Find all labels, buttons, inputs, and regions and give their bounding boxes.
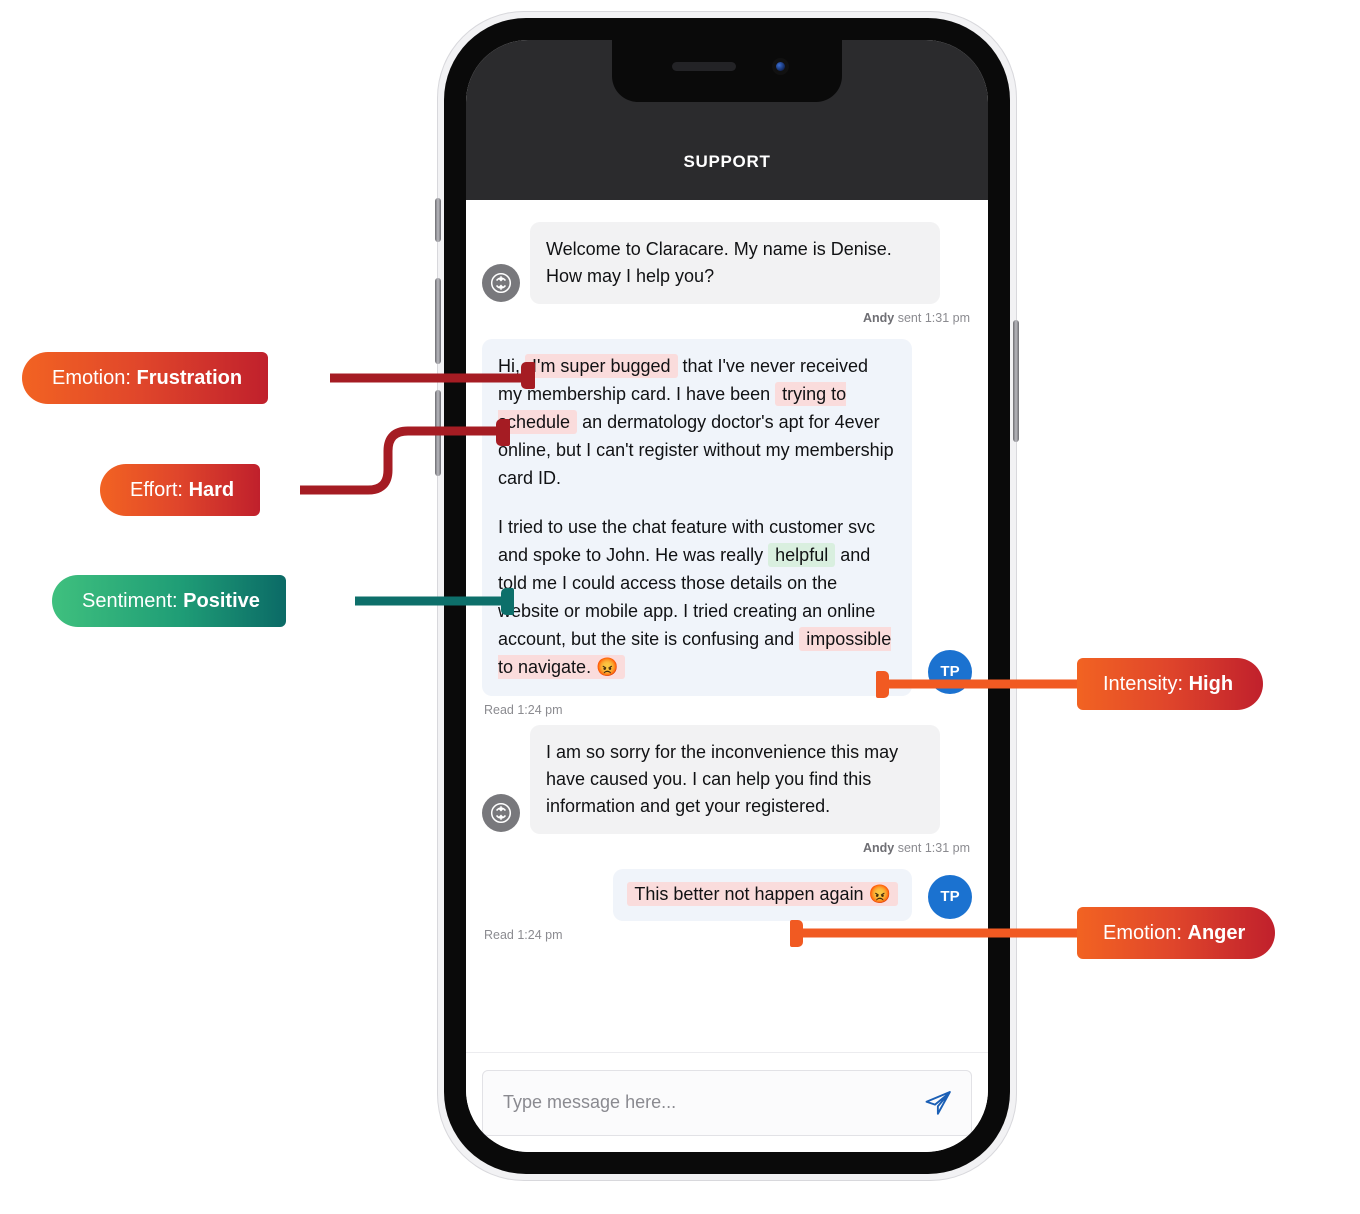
meta-status: sent 1:31 pm (897, 311, 970, 325)
message-composer (466, 1052, 988, 1152)
message-meta-agent-1: Andy sent 1:31 pm (484, 311, 970, 325)
sync-arrows-icon (490, 272, 512, 294)
message-bubble-agent: Welcome to Claracare. My name is Denise.… (530, 222, 940, 304)
annotation-label: Sentiment: (82, 589, 178, 612)
meta-sender-name: Andy (863, 840, 895, 855)
annotation-label: Emotion: (1103, 921, 1182, 944)
message-input[interactable] (501, 1091, 923, 1114)
message-bubble-agent-apology: I am so sorry for the inconvenience this… (530, 724, 940, 834)
message-meta-user-1: Read 1:24 pm (484, 702, 563, 717)
annotation-badge-emotion-anger[interactable]: Emotion: Anger (1077, 907, 1276, 959)
annotation-badge-sentiment-positive[interactable]: Sentiment: Positive (52, 575, 286, 627)
screenshot-root: SUPPORT Welcome to Claracare. My name is… (0, 0, 1360, 1214)
chat-row-agent-welcome: Welcome to Claracare. My name is Denise.… (482, 222, 972, 304)
annotation-value: Hard (188, 478, 235, 501)
highlight-emotion-anger: This better not happen again 😡 (627, 881, 898, 906)
speaker-slot-icon (672, 62, 736, 71)
annotation-label: Emotion: (52, 366, 131, 389)
paper-plane-icon[interactable] (923, 1088, 953, 1118)
annotation-badge-effort-hard[interactable]: Effort: Hard (100, 464, 261, 516)
power-button[interactable] (1013, 320, 1019, 442)
message-meta-agent-2: Andy sent 1:31 pm (484, 841, 970, 855)
complaint-paragraph-2: I tried to use the chat feature with cus… (498, 514, 896, 681)
chat-row-user-complaint: Hi, I'm super bugged that I've never rec… (482, 339, 972, 696)
annotation-value: High (1188, 672, 1234, 695)
volume-down-button[interactable] (435, 390, 441, 476)
annotation-label: Intensity: (1103, 672, 1184, 695)
annotation-badge-intensity-high[interactable]: Intensity: High (1077, 658, 1264, 710)
anchor-tab-effort (496, 419, 510, 446)
front-camera-icon (772, 58, 789, 75)
agent-avatar-2 (482, 793, 520, 832)
highlight-emotion-frustration: I'm super bugged (525, 354, 678, 378)
annotation-value: Positive (183, 589, 260, 612)
composer-input-wrapper[interactable] (482, 1069, 972, 1136)
annotation-label: Effort: (130, 478, 183, 501)
anchor-tab-intensity (876, 671, 889, 698)
chat-row-user-warning: This better not happen again 😡 TP (482, 868, 972, 921)
phone-screen: SUPPORT Welcome to Claracare. My name is… (466, 40, 988, 1152)
agent-avatar (482, 264, 520, 302)
meta-status: sent 1:31 pm (897, 840, 970, 855)
annotation-value: Anger (1187, 921, 1246, 944)
anchor-tab-sentiment (501, 588, 514, 615)
page-title: SUPPORT (683, 152, 771, 171)
anchor-tab-frustration (521, 362, 535, 389)
mute-switch-button[interactable] (435, 198, 441, 242)
sync-arrows-icon (490, 802, 512, 823)
anchor-tab-anger (790, 920, 803, 947)
chat-message-list[interactable]: Welcome to Claracare. My name is Denise.… (466, 200, 988, 1052)
user-avatar-2: TP (928, 874, 972, 919)
phone-notch (612, 40, 842, 102)
user-avatar: TP (928, 649, 972, 694)
volume-up-button[interactable] (435, 278, 441, 364)
annotation-badge-emotion-frustration[interactable]: Emotion: Frustration (22, 352, 269, 404)
complaint-paragraph-1: Hi, I'm super bugged that I've never rec… (498, 353, 896, 492)
annotation-value: Frustration (136, 366, 243, 389)
message-bubble-user-complaint: Hi, I'm super bugged that I've never rec… (482, 339, 912, 696)
chat-row-agent-apology: I am so sorry for the inconvenience this… (482, 724, 972, 834)
highlight-sentiment-positive: helpful (768, 543, 836, 568)
meta-sender-name: Andy (863, 311, 895, 325)
message-meta-user-2: Read 1:24 pm (484, 927, 563, 942)
message-bubble-user-warning: This better not happen again 😡 (613, 868, 912, 921)
